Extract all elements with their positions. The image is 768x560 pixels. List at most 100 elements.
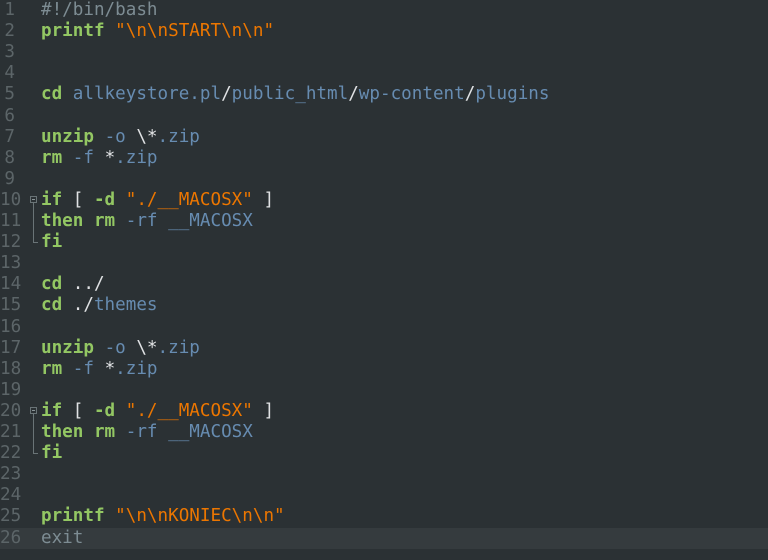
line-number: 17 bbox=[0, 338, 21, 359]
line-number-text: 25 bbox=[0, 506, 22, 527]
code-token: / bbox=[221, 84, 232, 105]
code-line[interactable]: 2 printf "\n\nSTART\n\n" bbox=[0, 21, 768, 42]
line-number: 14 bbox=[0, 274, 21, 295]
line-number-text: 17 bbox=[0, 337, 22, 358]
line-number: 21 bbox=[0, 422, 21, 443]
code-token: * bbox=[104, 147, 116, 168]
code-token: "./__MACOSX" bbox=[125, 400, 253, 421]
line-number-text: 6 bbox=[4, 105, 15, 126]
line-number-text: 24 bbox=[0, 485, 22, 506]
code-line[interactable]: 19 bbox=[0, 380, 768, 401]
code-line[interactable]: 1 #!/bin/bash bbox=[0, 0, 768, 21]
line-number: 20 bbox=[0, 401, 21, 422]
code-editor[interactable]: 1 #!/bin/bash 2 printf "\n\nSTART\n\n" 3 4 5 cd… bbox=[0, 0, 768, 560]
line-number-text: 20 bbox=[0, 400, 22, 421]
code-line[interactable]: 20 if [ -d "./__MACOSX" ] bbox=[0, 401, 768, 422]
code-token: ] bbox=[252, 189, 275, 210]
code-token: __MACOSX bbox=[168, 211, 253, 231]
line-number-text: 12 bbox=[0, 232, 22, 253]
code-line[interactable]: 8 rm -f *.zip bbox=[0, 148, 768, 169]
fold-toggle-icon[interactable] bbox=[30, 190, 40, 211]
line-number-text: 14 bbox=[0, 274, 22, 295]
code-token: unzip bbox=[41, 126, 94, 147]
code-line[interactable]: 15 cd ./themes bbox=[0, 295, 768, 316]
code-token: .zip bbox=[157, 337, 200, 358]
code-line[interactable]: 22 fi bbox=[0, 443, 768, 464]
line-number: 9 bbox=[0, 169, 15, 190]
code-line[interactable]: 17 unzip -o \*.zip bbox=[0, 338, 768, 359]
code-token: -f bbox=[72, 147, 94, 168]
code-line[interactable]: 3 bbox=[0, 42, 768, 63]
code-text: unzip -o \*.zip bbox=[41, 127, 200, 148]
code-line[interactable]: 13 bbox=[0, 253, 768, 274]
code-text: cd ./themes bbox=[41, 295, 158, 316]
code-token: exit bbox=[41, 527, 84, 548]
code-token: \* bbox=[136, 337, 158, 358]
code-token: unzip bbox=[41, 337, 94, 358]
code-line[interactable]: 25 printf "\n\nKONIEC\n\n" bbox=[0, 506, 768, 527]
fold-toggle-icon[interactable] bbox=[30, 401, 40, 422]
code-line[interactable]: 5 cd allkeystore.pl/public_html/wp-conten… bbox=[0, 84, 768, 105]
code-token: "./__MACOSX" bbox=[125, 189, 253, 210]
code-token: if bbox=[41, 189, 63, 210]
line-number-text: 13 bbox=[0, 253, 22, 274]
code-line[interactable]: 6 bbox=[0, 106, 768, 127]
code-line[interactable]: 11 then rm -rf __MACOSX bbox=[0, 211, 768, 233]
line-number: 12 bbox=[0, 232, 21, 253]
code-token: .zip bbox=[115, 358, 158, 379]
line-number: 18 bbox=[0, 359, 21, 380]
code-token: .zip bbox=[157, 126, 200, 147]
line-number: 22 bbox=[0, 443, 21, 464]
code-token: cd bbox=[41, 84, 63, 105]
code-token: wp-content bbox=[358, 84, 465, 105]
code-line[interactable]: 23 bbox=[0, 464, 768, 485]
code-line[interactable]: 16 bbox=[0, 317, 768, 338]
code-token: rm bbox=[93, 211, 116, 231]
line-number: 25 bbox=[0, 506, 21, 527]
code-line[interactable]: 4 bbox=[0, 63, 768, 84]
code-token: rm bbox=[41, 358, 63, 379]
line-number-text: 23 bbox=[0, 464, 22, 485]
code-token: if bbox=[41, 400, 63, 421]
line-number: 3 bbox=[0, 42, 15, 63]
code-token: cd bbox=[41, 295, 63, 316]
line-number-text: 19 bbox=[0, 379, 22, 400]
minus-box-icon bbox=[30, 406, 37, 414]
code-line[interactable]: 10 if [ -d "./__MACOSX" ] bbox=[0, 190, 768, 211]
code-text: printf "\n\nSTART\n\n" bbox=[41, 21, 274, 42]
line-number-text: 21 bbox=[0, 422, 22, 442]
code-line[interactable]: 7 unzip -o \*.zip bbox=[0, 127, 768, 148]
code-token: fi bbox=[41, 443, 63, 464]
code-line[interactable]: 9 bbox=[0, 169, 768, 190]
fold-guide-line bbox=[30, 422, 40, 444]
code-line[interactable]: 21 then rm -rf __MACOSX bbox=[0, 422, 768, 444]
line-number-text: 3 bbox=[4, 42, 15, 63]
code-text: rm -f *.zip bbox=[41, 148, 158, 169]
code-line[interactable]: 14 cd ../ bbox=[0, 274, 768, 295]
line-number-text: 4 bbox=[4, 63, 15, 84]
fold-guide-segment bbox=[33, 422, 34, 444]
code-line[interactable]: 12 fi bbox=[0, 232, 768, 253]
code-text: fi bbox=[41, 232, 62, 253]
code-text: cd allkeystore.pl/public_html/wp-content… bbox=[41, 84, 549, 105]
code-line[interactable]: 26 exit bbox=[0, 527, 768, 549]
fold-end-corner bbox=[33, 443, 38, 455]
code-token: printf bbox=[41, 21, 105, 42]
line-number-text: 7 bbox=[4, 126, 15, 147]
code-line[interactable]: 24 bbox=[0, 485, 768, 506]
code-token: -o bbox=[104, 126, 126, 147]
code-line[interactable]: 18 rm -f *.zip bbox=[0, 359, 768, 380]
code-token: / bbox=[464, 84, 476, 105]
code-token: -d bbox=[93, 189, 116, 210]
